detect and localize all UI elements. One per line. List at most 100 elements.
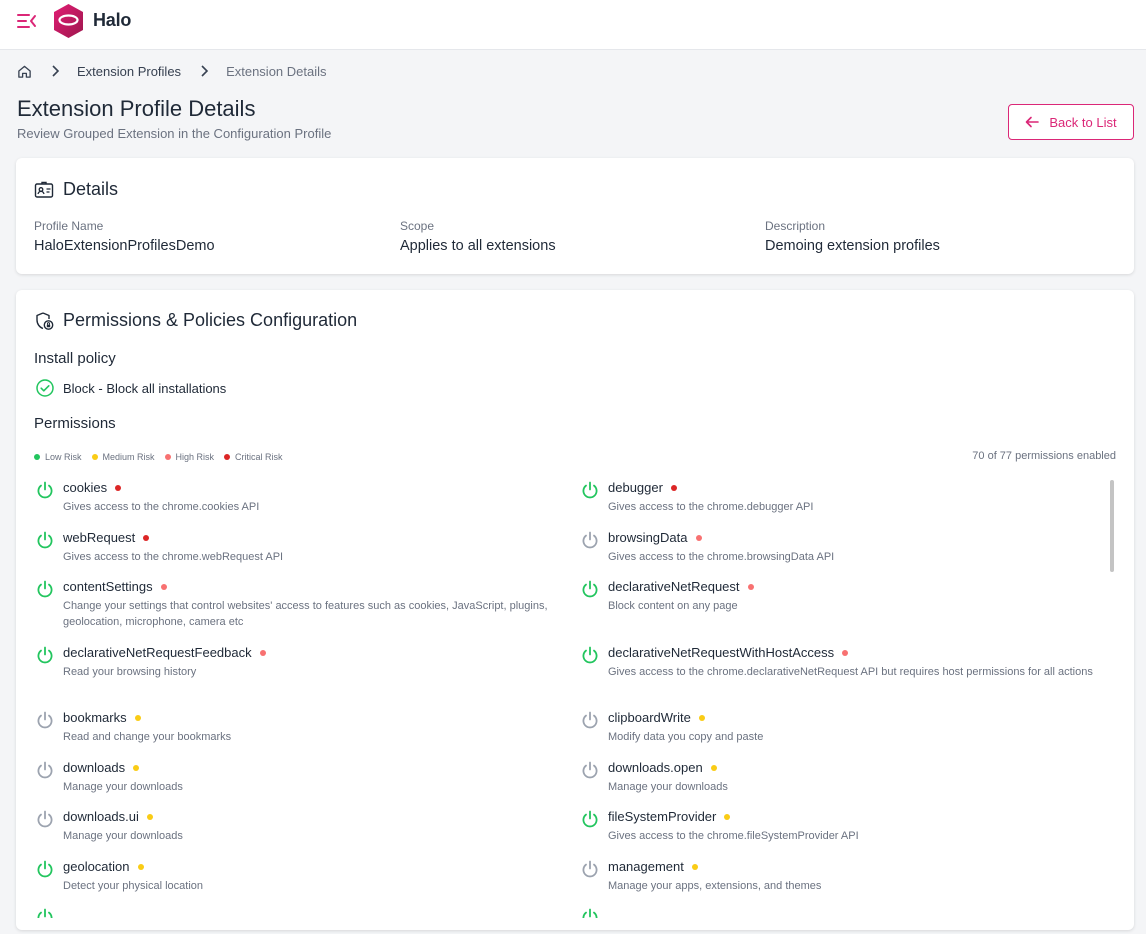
legend-medium-label: Medium Risk xyxy=(102,452,155,462)
permission-name-row: declarativeNetRequest xyxy=(608,579,754,594)
arrow-left-icon xyxy=(1026,116,1040,128)
power-toggle-icon[interactable] xyxy=(36,646,54,664)
power-toggle-icon[interactable] xyxy=(581,646,599,664)
power-toggle-icon[interactable] xyxy=(36,580,54,598)
details-title: Details xyxy=(63,179,119,199)
scope-label: Scope xyxy=(400,219,435,233)
permission-name: downloads xyxy=(63,760,126,775)
power-toggle-icon[interactable] xyxy=(581,810,599,828)
permission-name: downloads.ui xyxy=(63,809,139,824)
details-card: Details Profile Name HaloExtensionProfil… xyxy=(16,158,1134,274)
scope-field: Scope Applies to all extensions xyxy=(400,219,556,254)
power-toggle-icon[interactable] xyxy=(581,580,599,598)
breadcrumb-extension-profiles[interactable]: Extension Profiles xyxy=(77,64,181,79)
power-toggle-icon[interactable] xyxy=(581,531,599,549)
permission-description: Gives access to the chrome.debugger API xyxy=(608,501,814,513)
power-toggle-icon[interactable] xyxy=(581,908,599,918)
permissions-card: Permissions & Policies Configuration Ins… xyxy=(16,290,1134,930)
medium-risk-dot xyxy=(91,454,98,460)
critical-risk-dot xyxy=(224,454,231,460)
scope-value: Applies to all extensions xyxy=(400,238,556,254)
page-subtitle: Review Grouped Extension in the Configur… xyxy=(17,126,332,141)
check-circle-icon xyxy=(36,379,54,397)
legend-critical-label: Critical Risk xyxy=(235,452,283,462)
permission-name-row: declarativeNetRequestWithHostAccess xyxy=(608,645,849,660)
risk-dot xyxy=(259,649,266,656)
permission-description: Block content on any page xyxy=(608,600,738,612)
power-toggle-icon[interactable] xyxy=(581,860,599,878)
permission-name: bookmarks xyxy=(63,710,127,725)
back-to-list-button[interactable]: Back to List xyxy=(1008,104,1134,140)
permissions-title: Permissions & Policies Configuration xyxy=(63,310,358,330)
permission-description: Modify data you copy and paste xyxy=(608,731,764,743)
permission-name: webRequest xyxy=(63,530,136,545)
risk-dot xyxy=(747,583,754,590)
menu-collapse-icon[interactable] xyxy=(17,12,37,30)
permission-description: Change your settings that control websit… xyxy=(63,600,548,628)
permission-name: declarativeNetRequestWithHostAccess xyxy=(608,645,835,660)
permission-name: geolocation xyxy=(63,859,130,874)
legend-low: Low Risk xyxy=(34,452,82,462)
power-toggle-icon[interactable] xyxy=(36,531,54,549)
power-toggle-icon[interactable] xyxy=(36,481,54,499)
risk-dot xyxy=(695,534,702,541)
home-icon[interactable] xyxy=(17,64,32,79)
permission-description: Read your browsing history xyxy=(63,666,197,678)
permission-description: Manage your downloads xyxy=(63,781,183,793)
risk-dot xyxy=(842,649,849,656)
risk-dot xyxy=(146,813,153,820)
back-to-list-label: Back to List xyxy=(1049,114,1117,130)
permission-description: Gives access to the chrome.declarativeNe… xyxy=(608,666,1093,678)
breadcrumb-current: Extension Details xyxy=(226,63,327,79)
description-value: Demoing extension profiles xyxy=(765,238,940,254)
permission-name: management xyxy=(608,859,684,874)
permission-name-row: webRequest xyxy=(63,530,150,545)
install-policy-value-row: Block - Block all installations xyxy=(36,379,226,397)
permission-description: Gives access to the chrome.fileSystemPro… xyxy=(608,830,859,842)
install-policy-title: Install policy xyxy=(34,350,116,367)
power-toggle-icon[interactable] xyxy=(36,711,54,729)
profile-name-label: Profile Name xyxy=(34,219,104,233)
permission-name-row: management xyxy=(608,859,698,874)
permissions-list: cookies Gives access to the chrome.cookie… xyxy=(36,478,1106,918)
permission-name-row: geolocation xyxy=(63,859,144,874)
risk-dot xyxy=(134,714,141,721)
chevron-right-icon xyxy=(52,65,60,77)
permissions-subtitle: Permissions xyxy=(34,415,116,432)
legend-high-label: High Risk xyxy=(175,452,215,462)
power-toggle-icon[interactable] xyxy=(36,761,54,779)
risk-dot xyxy=(115,484,122,491)
power-toggle-icon[interactable] xyxy=(581,711,599,729)
legend-critical: Critical Risk xyxy=(224,452,283,462)
legend-medium: Medium Risk xyxy=(91,452,155,462)
risk-dot xyxy=(133,764,140,771)
brand-name: Halo xyxy=(93,10,132,30)
page-title: Extension Profile Details xyxy=(17,96,256,121)
breadcrumb: Extension Profiles Extension Details xyxy=(17,62,327,80)
permission-name: clipboardWrite xyxy=(608,710,691,725)
permission-description: Gives access to the chrome.cookies API xyxy=(63,501,260,513)
power-toggle-icon[interactable] xyxy=(581,481,599,499)
permissions-header: Permissions & Policies Configuration xyxy=(34,310,357,331)
power-toggle-icon[interactable] xyxy=(36,860,54,878)
permissions-count: 70 of 77 permissions enabled xyxy=(972,450,1116,462)
profile-name-value: HaloExtensionProfilesDemo xyxy=(34,238,215,254)
profile-name-field: Profile Name HaloExtensionProfilesDemo xyxy=(34,219,215,254)
risk-dot xyxy=(143,534,150,541)
power-toggle-icon[interactable] xyxy=(36,810,54,828)
permission-name-row: downloads.open xyxy=(608,760,717,775)
risk-dot xyxy=(724,813,731,820)
permission-name: browsingData xyxy=(608,530,688,545)
legend-high: High Risk xyxy=(164,452,215,462)
permission-description: Manage your apps, extensions, and themes xyxy=(608,880,822,892)
permission-description: Manage your downloads xyxy=(63,830,183,842)
risk-dot xyxy=(698,714,705,721)
power-toggle-icon[interactable] xyxy=(36,908,54,918)
halo-logo xyxy=(54,4,83,38)
permission-name-row: downloads.ui xyxy=(63,809,153,824)
power-toggle-icon[interactable] xyxy=(581,761,599,779)
permissions-scrollbar[interactable] xyxy=(1110,480,1114,572)
permission-name: declarativeNetRequestFeedback xyxy=(63,645,252,660)
risk-dot xyxy=(670,484,677,491)
permission-name-row: bookmarks xyxy=(63,710,141,725)
